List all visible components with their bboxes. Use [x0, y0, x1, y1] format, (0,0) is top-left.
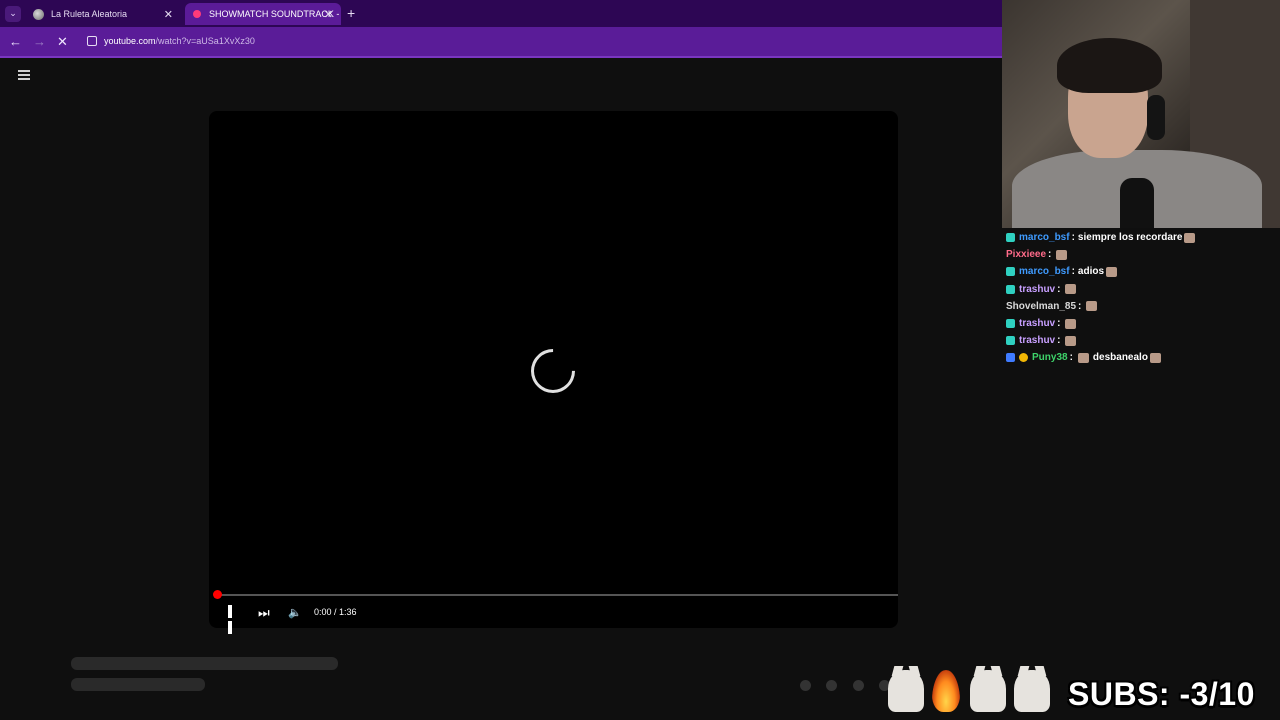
forward-arrow-icon[interactable]: → [33, 34, 46, 49]
chat-badge-icon [1019, 353, 1028, 363]
emote-row [888, 668, 1058, 712]
back-arrow-icon[interactable]: ← [9, 34, 22, 49]
chat-message: trashuv: [1006, 315, 1276, 332]
chat-separator: : [1057, 335, 1061, 347]
chat-separator: : [1057, 318, 1061, 330]
chat-emote-icon [1086, 301, 1098, 312]
webcam-feed [1002, 0, 1280, 228]
chat-separator: : [1069, 352, 1073, 364]
time-display: 0:00 / 1:36 [314, 607, 357, 617]
chat-emote-icon [1056, 249, 1068, 260]
browser-tab-bar: ⌄ La Ruleta Aleatoria ✕ SHOWMATCH SOUNDT… [0, 0, 1002, 27]
close-tab-icon[interactable]: ✕ [324, 8, 333, 21]
chat-message: Puny38: desbanealo [1006, 349, 1276, 366]
chat-emote-icon [1065, 335, 1077, 346]
screen: ⌄ La Ruleta Aleatoria ✕ SHOWMATCH SOUNDT… [0, 0, 1280, 720]
chat-username: Shovelman_85 [1006, 300, 1077, 312]
chat-emote-icon [1184, 232, 1196, 243]
subs-counter: SUBS: -3/10 [1068, 676, 1255, 712]
cat-emote-icon [1014, 670, 1050, 712]
chat-message: marco_bsf: adios [1006, 263, 1276, 280]
chat-username: trashuv [1019, 283, 1056, 295]
channel-skeleton [71, 678, 205, 691]
action-skeleton [826, 680, 837, 691]
chat-separator: : [1078, 300, 1082, 312]
action-skeleton [853, 680, 864, 691]
new-tab-plus-icon[interactable]: + [347, 5, 355, 21]
chat-badge-icon [1006, 336, 1015, 346]
stream-chat: marco_bsf: siempre los recordare Pixxieee:… [1006, 229, 1276, 367]
tab-ruleta[interactable]: La Ruleta Aleatoria ✕ [25, 3, 181, 25]
loading-spinner-icon [521, 339, 585, 403]
chat-username: marco_bsf [1019, 266, 1070, 278]
tab-title: La Ruleta Aleatoria [51, 9, 128, 19]
chat-badge-icon [1006, 319, 1015, 329]
chat-emote-icon [1106, 266, 1118, 277]
progress-bar[interactable] [213, 590, 898, 599]
action-skeleton [800, 680, 811, 691]
loading-favicon-icon [193, 10, 201, 18]
globe-favicon-icon [33, 8, 44, 20]
chat-emote-icon [1065, 284, 1077, 295]
cat-emote-icon [888, 670, 924, 712]
chat-emote-icon [1065, 318, 1077, 329]
address-bar[interactable]: youtube.com/watch?v=aUSa1XvXz30 [104, 36, 255, 46]
chat-message: marco_bsf: siempre los recordare [1006, 229, 1276, 246]
tab-search-chevron-icon[interactable]: ⌄ [5, 5, 21, 22]
video-player[interactable]: ⏭ 🔈 0:00 / 1:36 [209, 111, 898, 634]
chat-emote-icon [1149, 352, 1161, 363]
stop-loading-icon[interactable]: ✕ [57, 34, 68, 50]
chat-badge-icon [1006, 267, 1015, 277]
chat-username: marco_bsf [1019, 232, 1070, 244]
campfire-emote-icon [932, 670, 960, 712]
volume-icon[interactable]: 🔈 [288, 606, 302, 619]
chat-username: Pixxieee [1006, 249, 1047, 261]
chat-message: trashuv: [1006, 281, 1276, 298]
pause-icon[interactable] [228, 605, 240, 634]
hamburger-menu-icon[interactable] [18, 70, 30, 80]
chat-badge-icon [1006, 233, 1015, 243]
chat-username: trashuv [1019, 318, 1056, 330]
chat-emote-icon [1077, 352, 1089, 363]
chat-separator: : [1048, 249, 1052, 261]
chat-text: adios [1077, 266, 1105, 278]
chat-message: Shovelman_85: [1006, 298, 1276, 315]
browser-toolbar: ← → ✕ youtube.com/watch?v=aUSa1XvXz30 [0, 27, 1002, 58]
chat-username: Puny38 [1032, 352, 1068, 364]
chat-message: trashuv: [1006, 332, 1276, 349]
site-settings-icon[interactable] [87, 36, 97, 46]
chat-separator: : [1071, 266, 1075, 278]
scrubber-handle[interactable] [213, 590, 222, 599]
chat-badge-icon [1006, 353, 1015, 363]
chat-text: siempre los recordare [1077, 232, 1183, 244]
tab-showmatch[interactable]: SHOWMATCH SOUNDTRACK - ✕ [185, 3, 341, 25]
title-skeleton [71, 657, 338, 670]
cat-emote-icon [970, 670, 1006, 712]
close-tab-icon[interactable]: ✕ [164, 8, 173, 21]
chat-badge-icon [1006, 284, 1015, 294]
chat-text: desbanealo [1092, 352, 1148, 364]
chat-separator: : [1071, 232, 1075, 244]
chat-message: Pixxieee: [1006, 246, 1276, 263]
next-track-icon[interactable]: ⏭ [258, 605, 270, 621]
chat-separator: : [1057, 283, 1061, 295]
tab-title: SHOWMATCH SOUNDTRACK - [209, 9, 340, 19]
url-path: /watch?v=aUSa1XvXz30 [155, 36, 255, 46]
chat-username: trashuv [1019, 335, 1056, 347]
url-host: youtube.com [104, 36, 156, 46]
